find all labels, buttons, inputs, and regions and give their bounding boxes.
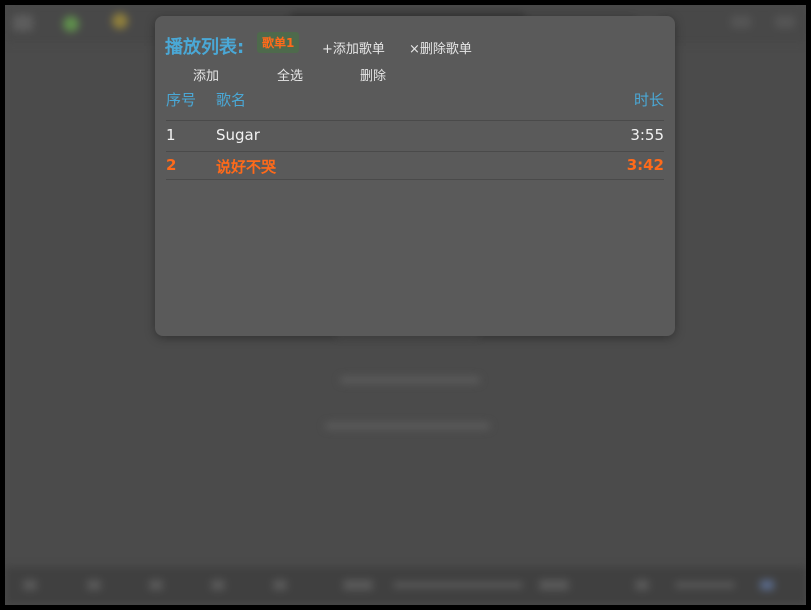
row-duration: 3:55 (630, 126, 664, 144)
row-name: 说好不哭 (216, 158, 277, 176)
playlist-panel: 播放列表: 歌单1 +添加歌单 ×删除歌单 添加 全选 删除 序号 歌名 时长 … (155, 16, 675, 336)
background-menu-icon (13, 15, 33, 31)
playlist-title: 播放列表: (165, 37, 245, 58)
header-duration: 时长 (633, 91, 664, 109)
delete-playlist-button[interactable]: ×删除歌单 (409, 38, 472, 57)
background-progress (393, 582, 523, 588)
row-index: 1 (166, 126, 176, 144)
row-name: Sugar (216, 126, 260, 144)
background-volume (675, 582, 735, 588)
background-time (343, 580, 373, 590)
background-control-icon (87, 580, 101, 590)
background-volume-icon (635, 580, 649, 590)
row-index: 2 (166, 156, 177, 174)
background-yellow-icon (112, 13, 128, 29)
add-playlist-button[interactable]: +添加歌单 (322, 38, 385, 57)
playlist-tab[interactable]: 歌单1 (257, 32, 300, 53)
row-divider (166, 151, 664, 152)
background-control-icon (760, 580, 774, 590)
delete-song-button[interactable]: 删除 (360, 65, 386, 84)
background-window-icon (775, 16, 795, 28)
header-name: 歌名 (216, 91, 247, 109)
row-divider (166, 179, 664, 180)
background-green-icon (63, 16, 79, 32)
background-control-icon (149, 580, 163, 590)
app-window: 播放列表: 歌单1 +添加歌单 ×删除歌单 添加 全选 删除 序号 歌名 时长 … (5, 5, 806, 605)
add-song-button[interactable]: 添加 (193, 65, 219, 84)
background-window-icon (731, 16, 751, 28)
background-control-icon (273, 580, 287, 590)
header-divider (166, 120, 664, 121)
background-time (539, 580, 569, 590)
background-control-icon (23, 580, 37, 590)
table-row[interactable]: 1 Sugar 3:55 (166, 126, 664, 154)
background-lyric-line (340, 377, 480, 383)
header-index: 序号 (166, 91, 197, 109)
background-lyric-line (325, 423, 490, 429)
row-duration: 3:42 (626, 156, 664, 174)
background-control-icon (211, 580, 225, 590)
select-all-button[interactable]: 全选 (277, 65, 303, 84)
